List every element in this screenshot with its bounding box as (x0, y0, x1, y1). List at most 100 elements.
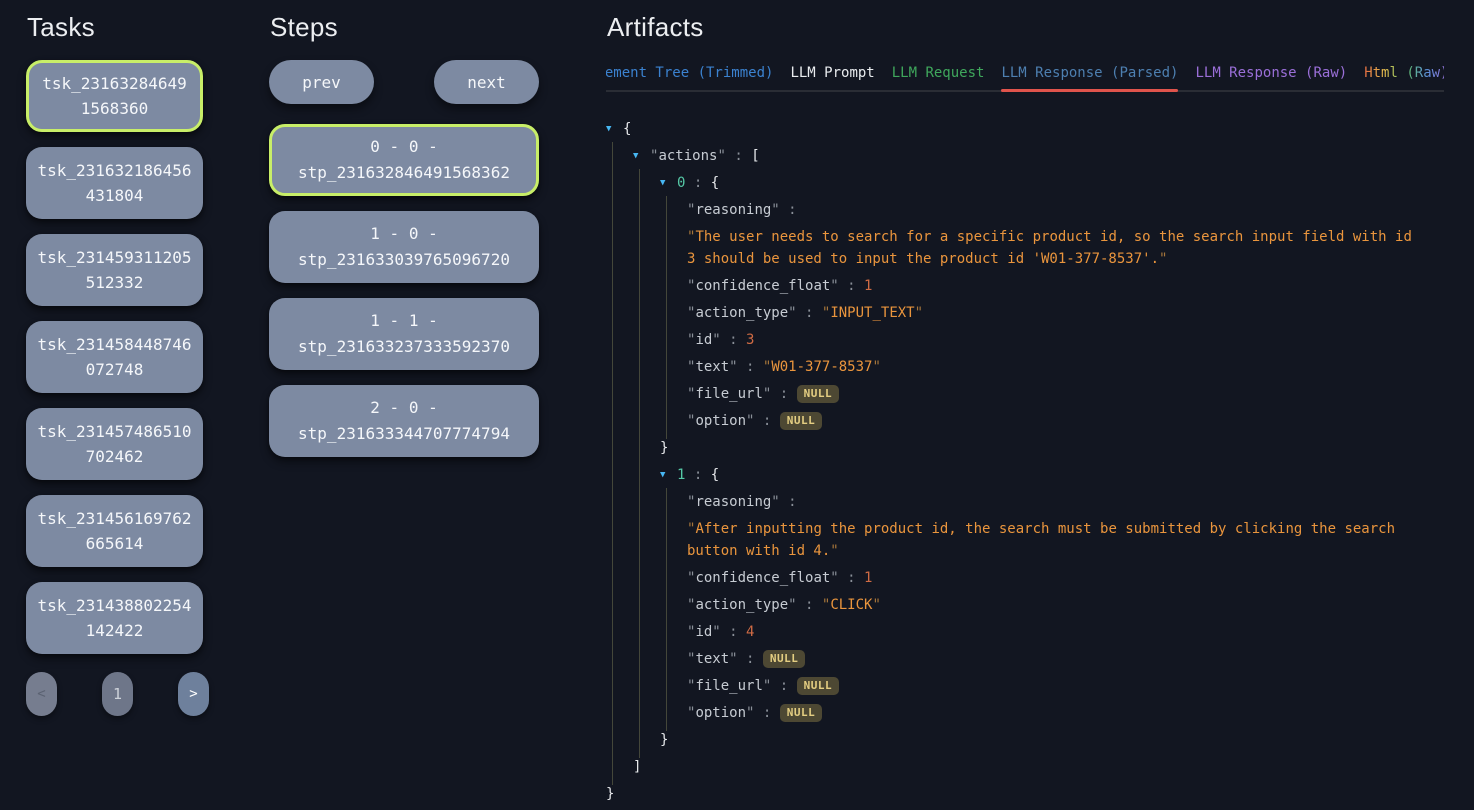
indent-guide (606, 756, 633, 778)
json-string-value: The user needs to search for a specific … (687, 229, 1420, 267)
json-tree-content: "text" : "W01-377-8537" (687, 356, 881, 378)
step-button[interactable]: 2 - 0 - stp_231633344707774794 (269, 385, 539, 457)
artifact-tab[interactable]: LLM Response (Parsed) (1001, 65, 1178, 90)
indent-guide (633, 464, 660, 486)
indent-guide (606, 410, 633, 432)
artifact-tab[interactable]: Html (Raw) (1364, 65, 1444, 90)
pagination-page-button[interactable]: 1 (102, 672, 133, 716)
collapse-arrow-icon[interactable]: ▼ (606, 118, 623, 140)
tasks-panel: Tasks tsk_231632846491568360 tsk_23163218… (26, 12, 209, 716)
json-tree-content: "action_type" : "INPUT_TEXT" (687, 302, 923, 324)
task-button[interactable]: tsk_231632186456431804 (26, 147, 203, 219)
indent-guide (660, 594, 687, 616)
next-step-button[interactable]: next (434, 60, 539, 104)
json-tree-content: "text" : NULL (687, 648, 805, 670)
json-tree-content: "confidence_float" : 1 (687, 567, 872, 589)
collapse-arrow-icon[interactable]: ▼ (633, 145, 650, 167)
artifacts-tabbar: Element Tree (Trimmed) LLM Prompt LLM Requ… (606, 65, 1444, 92)
indent-guide (606, 729, 633, 751)
indent-guide (660, 226, 687, 270)
json-string-value: CLICK (830, 597, 872, 613)
json-tree-content: "action_type" : "CLICK" (687, 594, 881, 616)
indent-guide (606, 567, 633, 589)
json-tree-content: "id" : 3 (687, 329, 754, 351)
json-key: actions (658, 148, 717, 164)
json-tree-content: 0 : { (677, 172, 719, 194)
indent-guide (660, 302, 687, 324)
json-tree-content: ] (633, 756, 641, 778)
json-string-value: W01-377-8537 (771, 359, 872, 375)
json-colon: : (726, 148, 751, 164)
prev-step-button[interactable]: prev (269, 60, 374, 104)
collapse-arrow-icon[interactable]: ▼ (660, 464, 677, 486)
json-key: option (695, 705, 746, 721)
json-punctuation: [ (751, 148, 759, 164)
json-token: " (1159, 251, 1167, 267)
json-key: confidence_float (695, 278, 830, 294)
task-list: tsk_231632846491568360 tsk_23163218645643… (26, 60, 209, 654)
task-button[interactable]: tsk_231458448746072748 (26, 321, 203, 393)
artifact-tab[interactable]: LLM Request (892, 65, 985, 90)
json-tree-row: "text" : "W01-377-8537" (606, 356, 1444, 378)
json-tree-row: ] (606, 756, 1444, 778)
pagination-next-button[interactable]: > (178, 672, 209, 716)
indent-guide (606, 464, 633, 486)
task-button[interactable]: tsk_231632846491568360 (26, 60, 203, 132)
json-number-value: 1 (864, 278, 872, 294)
indent-guide (606, 702, 633, 724)
json-colon: : (685, 175, 710, 191)
json-tree-row: ▼"actions" : [ (606, 145, 1444, 167)
json-token: " (872, 597, 880, 613)
artifact-tab[interactable]: LLM Prompt (790, 65, 874, 90)
artifact-tab[interactable]: LLM Response (Raw) (1195, 65, 1347, 90)
indent-guide (606, 356, 633, 378)
indent-guide (606, 329, 633, 351)
json-tree-content: 1 : { (677, 464, 719, 486)
pagination-prev-button[interactable]: < (26, 672, 57, 716)
json-number-value: 4 (746, 624, 754, 640)
json-key: action_type (695, 305, 788, 321)
json-tree-row: "id" : 4 (606, 621, 1444, 643)
indent-guide (606, 383, 633, 405)
indent-guide (633, 567, 660, 589)
json-key: file_url (695, 386, 762, 402)
steps-panel: Steps prev next 0 - 0 - stp_231632846491… (269, 12, 539, 472)
json-token: " (717, 148, 725, 164)
json-key: file_url (695, 678, 762, 694)
task-button[interactable]: tsk_231456169762665614 (26, 495, 203, 567)
step-button[interactable]: 1 - 0 - stp_231633039765096720 (269, 211, 539, 283)
json-colon: : (771, 678, 796, 694)
indent-guide (606, 621, 633, 643)
indent-guide (633, 621, 660, 643)
json-number-value: 1 (864, 570, 872, 586)
indent-guide (606, 491, 633, 513)
indent-guide (633, 702, 660, 724)
collapse-arrow-icon[interactable]: ▼ (660, 172, 677, 194)
json-punctuation: } (660, 732, 668, 748)
artifact-tab[interactable]: Element Tree (Trimmed) (606, 65, 773, 90)
json-tree-row: "id" : 3 (606, 329, 1444, 351)
indent-guide (606, 199, 633, 221)
json-colon: : (797, 597, 822, 613)
indent-guide (633, 594, 660, 616)
indent-guide (606, 594, 633, 616)
task-button[interactable]: tsk_231457486510702462 (26, 408, 203, 480)
json-tree-content: } (606, 783, 614, 805)
json-key: reasoning (695, 202, 771, 218)
json-token: " (830, 278, 838, 294)
json-key: id (695, 624, 712, 640)
indent-guide (660, 518, 687, 562)
indent-guide (660, 675, 687, 697)
json-punctuation: { (711, 467, 719, 483)
task-button[interactable]: tsk_231438802254142422 (26, 582, 203, 654)
indent-guide (633, 518, 660, 562)
task-button[interactable]: tsk_231459311205512332 (26, 234, 203, 306)
json-token: " (788, 305, 796, 321)
json-colon: : (780, 202, 805, 218)
step-button[interactable]: 0 - 0 - stp_231632846491568362 (269, 124, 539, 196)
json-colon: : (839, 570, 864, 586)
tasks-title: Tasks (27, 12, 209, 42)
step-button[interactable]: 1 - 1 - stp_231633237333592370 (269, 298, 539, 370)
json-token: " (771, 202, 779, 218)
indent-guide (633, 383, 660, 405)
